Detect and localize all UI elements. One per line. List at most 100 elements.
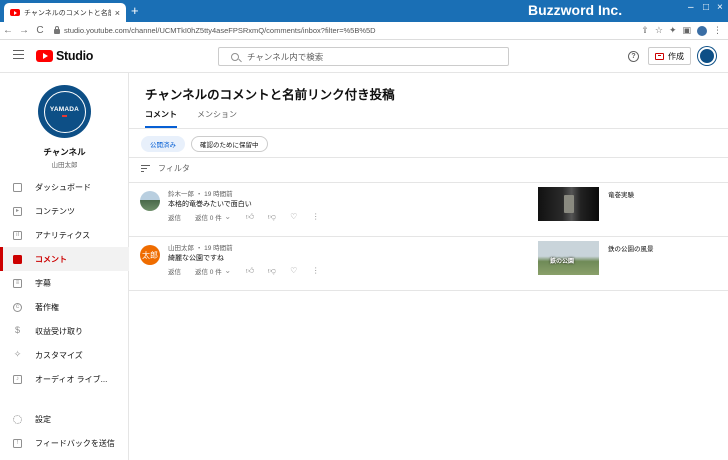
comment-actions: 返信 返信 0 件 ⌄ 👍︎ 👎︎ ♡ ⋮ <box>168 266 320 277</box>
sidebar-nav: ダッシュボード ▸ コンテンツ ıl アナリティクス コメント ≡ 字幕 c 著… <box>0 175 129 391</box>
thumbs-down-icon[interactable]: 👎︎ <box>268 267 276 275</box>
sidebar-item-label: 字幕 <box>35 278 51 288</box>
commenter-avatar[interactable] <box>140 191 160 211</box>
back-icon[interactable]: ← <box>0 25 16 36</box>
subtitles-icon: ≡ <box>13 278 22 288</box>
comment-meta: 鈴木一郎 ・ 19 時間前 <box>168 191 233 198</box>
forward-icon[interactable]: → <box>16 25 32 36</box>
more-options-icon[interactable]: ⋮ <box>312 267 320 275</box>
copyright-icon: c <box>13 302 22 312</box>
comment-row: 太郎 山田太郎 ・ 19 時間前 綺麗な公園ですね 返信 返信 0 件 ⌄ 👍︎… <box>129 237 728 291</box>
sidebar-item-label: ダッシュボード <box>35 182 91 192</box>
tab-close-icon[interactable]: × <box>115 8 120 18</box>
sidebar-item-analytics[interactable]: ıl アナリティクス <box>0 223 129 247</box>
tabs: コメント メンション <box>145 109 237 128</box>
video-title[interactable]: 鉄の公園の風景 <box>608 243 654 253</box>
profile-avatar[interactable] <box>697 25 707 36</box>
close-window-icon[interactable]: × <box>717 2 723 13</box>
monetization-icon: $ <box>14 324 20 335</box>
channel-owner-name: 山田太郎 <box>51 162 78 169</box>
commenter-avatar[interactable]: 太郎 <box>140 245 160 265</box>
customize-icon: ✧ <box>13 348 22 359</box>
sidebar-item-comments[interactable]: コメント <box>0 247 129 271</box>
sidebar-item-content[interactable]: ▸ コンテンツ <box>0 199 129 223</box>
sidebar-item-settings[interactable]: 設定 <box>0 407 129 431</box>
reload-icon[interactable]: C <box>32 25 48 36</box>
sidebar-item-monetization[interactable]: $ 収益受け取り <box>0 319 129 343</box>
url-field[interactable]: studio.youtube.com/channel/UCMTkI0hZ5tty… <box>54 26 641 35</box>
chip-published[interactable]: 公開済み <box>141 136 185 152</box>
thumbs-down-icon[interactable]: 👎︎ <box>268 213 276 221</box>
sidebar-item-subtitles[interactable]: ≡ 字幕 <box>0 271 129 295</box>
sidebar-item-copyright[interactable]: c 著作権 <box>0 295 129 319</box>
bookmark-star-icon[interactable]: ☆ <box>655 25 663 36</box>
url-text: studio.youtube.com/channel/UCMTkI0hZ5tty… <box>64 26 376 35</box>
sidebar-item-customize[interactable]: ✧ カスタマイズ <box>0 343 129 367</box>
analytics-icon: ıl <box>13 230 22 240</box>
heart-icon[interactable]: ♡ <box>290 213 298 221</box>
replies-count: 返信 0 件 <box>195 269 222 276</box>
tab-title: チャンネルのコメントと名前リンク付き <box>24 9 111 17</box>
sidebar-item-label: アナリティクス <box>35 230 91 240</box>
share-icon[interactable]: ⇪ <box>641 25 649 36</box>
comment-icon <box>13 254 22 264</box>
menu-icon[interactable] <box>13 50 24 59</box>
comment-time: 19 時間前 <box>204 245 233 252</box>
sidebar-item-feedback[interactable]: ! フィードバックを送信 <box>0 431 129 455</box>
browser-tab[interactable]: チャンネルのコメントと名前リンク付き × <box>4 3 126 22</box>
search-box[interactable] <box>218 47 509 66</box>
reply-button[interactable]: 返信 <box>168 266 181 276</box>
comment-row: 鈴木一郎 ・ 19 時間前 本格的竜巻みたいで面白い 返信 返信 0 件 ⌄ 👍… <box>129 183 728 237</box>
browser-tab-bar: チャンネルのコメントと名前リンク付き × + Buzzword Inc. – □… <box>0 0 728 22</box>
replies-toggle[interactable]: 返信 0 件 ⌄ <box>195 266 232 277</box>
sidebar-item-dashboard[interactable]: ダッシュボード <box>0 175 129 199</box>
brand-watermark: Buzzword Inc. <box>528 2 623 18</box>
sidebar-item-audio-library[interactable]: ♪ オーディオ ライブ... <box>0 367 129 391</box>
video-thumbnail[interactable]: 鉄の公園 <box>538 241 599 275</box>
tab-comments[interactable]: コメント <box>145 109 177 128</box>
create-button[interactable]: 作成 <box>648 47 691 65</box>
replies-toggle[interactable]: 返信 0 件 ⌄ <box>195 212 232 223</box>
filter-icon <box>141 165 150 173</box>
tab-mentions[interactable]: メンション <box>197 109 237 128</box>
comment-meta: 山田太郎 ・ 19 時間前 <box>168 245 233 252</box>
thumbs-up-icon[interactable]: 👍︎ <box>246 213 254 221</box>
account-avatar[interactable] <box>698 47 716 65</box>
comment-author[interactable]: 鈴木一郎 <box>168 191 194 198</box>
chip-held-for-review[interactable]: 確認のために保留中 <box>191 136 268 152</box>
search-icon <box>231 52 239 61</box>
studio-logo[interactable]: Studio <box>36 49 93 63</box>
feedback-icon: ! <box>13 438 22 448</box>
address-bar: ← → C studio.youtube.com/channel/UCMTkI0… <box>0 22 728 40</box>
reply-button[interactable]: 返信 <box>168 212 181 222</box>
help-icon[interactable]: ? <box>628 51 639 62</box>
maximize-icon[interactable]: □ <box>703 2 709 13</box>
channel-avatar[interactable]: YAMADA <box>38 85 91 138</box>
extensions-icon[interactable]: ✦ <box>669 25 677 36</box>
thumbs-up-icon[interactable]: 👍︎ <box>246 267 254 275</box>
heart-icon[interactable]: ♡ <box>290 267 298 275</box>
sidebar-item-label: コメント <box>35 254 67 264</box>
video-title[interactable]: 竜巻実験 <box>608 189 634 199</box>
comment-actions: 返信 返信 0 件 ⌄ 👍︎ 👎︎ ♡ ⋮ <box>168 212 320 223</box>
new-tab-button[interactable]: + <box>131 4 139 18</box>
comment-time: 19 時間前 <box>204 191 233 198</box>
filter-bar[interactable]: フィルタ <box>141 163 190 174</box>
comment-author[interactable]: 山田太郎 <box>168 245 194 252</box>
sidebar-item-label: カスタマイズ <box>35 350 83 360</box>
minimize-icon[interactable]: – <box>688 2 694 13</box>
video-thumbnail[interactable] <box>538 187 599 221</box>
browser-menu-icon[interactable]: ⋮ <box>713 25 722 36</box>
sidepanel-icon[interactable]: ▣ <box>682 25 691 36</box>
chevron-down-icon: ⌄ <box>224 212 232 221</box>
create-label: 作成 <box>668 51 684 61</box>
page-title: チャンネルのコメントと名前リンク付き投稿 <box>145 88 395 102</box>
content-icon: ▸ <box>13 206 22 216</box>
search-input[interactable] <box>247 51 487 62</box>
lock-icon <box>54 26 60 34</box>
sidebar-bottom: 設定 ! フィードバックを送信 <box>0 407 129 455</box>
filter-label: フィルタ <box>158 164 190 173</box>
settings-icon <box>13 414 22 424</box>
channel-title: チャンネル <box>43 147 86 157</box>
more-options-icon[interactable]: ⋮ <box>312 213 320 221</box>
